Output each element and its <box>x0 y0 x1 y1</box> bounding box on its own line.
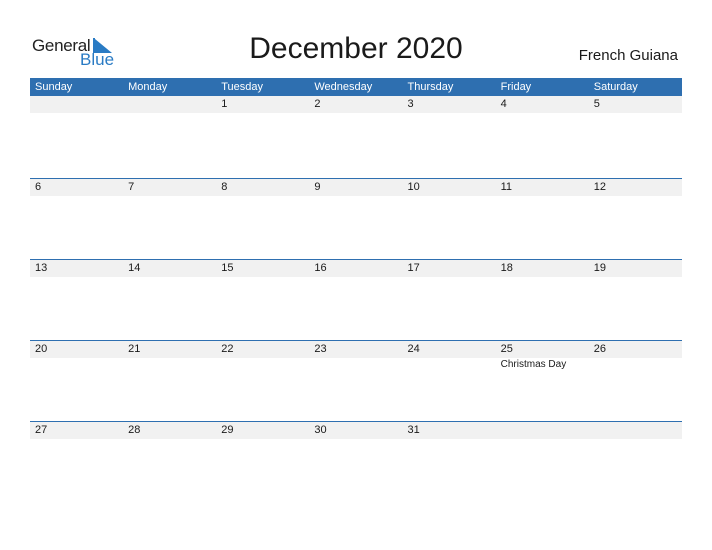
day-number: 13 <box>35 262 48 274</box>
day-number-row: 20 21 22 23 24 25 26 <box>30 340 682 358</box>
event-row <box>30 277 682 278</box>
week-row: 27 28 29 30 31 <box>30 421 682 502</box>
day-number: 5 <box>593 98 600 110</box>
day-number: 8 <box>221 181 228 193</box>
day-number: 21 <box>128 343 141 355</box>
calendar-grid: Sunday Monday Tuesday Wednesday Thursday… <box>30 78 682 502</box>
day-number <box>589 422 682 439</box>
holiday-label <box>123 359 216 371</box>
day-number-row: 1 2 3 4 5 <box>30 96 682 113</box>
day-number <box>496 422 589 439</box>
day-number: 3 <box>407 98 414 110</box>
weekday-tuesday: Tuesday <box>221 81 264 93</box>
holiday-label <box>403 359 496 371</box>
weekday-thursday: Thursday <box>407 81 454 93</box>
weekday-monday: Monday <box>128 81 168 93</box>
day-number: 29 <box>221 424 234 436</box>
day-number: 17 <box>407 262 420 274</box>
day-number: 9 <box>314 181 321 193</box>
event-row: Christmas Day <box>30 358 682 371</box>
day-number: 14 <box>128 262 141 274</box>
day-number: 31 <box>407 424 420 436</box>
day-number: 19 <box>593 262 606 274</box>
weekday-friday: Friday <box>500 81 532 93</box>
day-number: 27 <box>35 424 48 436</box>
holiday-label <box>216 359 309 371</box>
week-row: 6 7 8 9 10 11 12 <box>30 178 682 259</box>
weekday-header: Sunday Monday Tuesday Wednesday Thursday… <box>30 78 682 96</box>
weeks-container: 1 2 3 4 5 6 7 8 9 10 11 12 13 14 15 16 17 18 19 20 21 22 23 24 2… <box>30 96 682 502</box>
day-number: 10 <box>407 181 420 193</box>
event-row <box>30 439 682 440</box>
weekday-saturday: Saturday <box>593 81 638 93</box>
day-number: 11 <box>500 181 513 193</box>
holiday-label <box>30 359 123 371</box>
day-number-row: 27 28 29 30 31 <box>30 421 682 439</box>
day-number: 24 <box>407 343 420 355</box>
day-number: 12 <box>593 181 606 193</box>
day-number: 30 <box>314 424 327 436</box>
day-number: 15 <box>221 262 234 274</box>
day-number-row: 13 14 15 16 17 18 19 <box>30 259 682 277</box>
country-label: French Guiana <box>578 47 678 64</box>
day-number-row: 6 7 8 9 10 11 12 <box>30 178 682 196</box>
day-number: 18 <box>500 262 513 274</box>
day-number: 25 <box>500 343 513 355</box>
day-number: 2 <box>314 98 321 110</box>
day-number: 28 <box>128 424 141 436</box>
day-number: 20 <box>35 343 48 355</box>
holiday-label: Christmas Day <box>500 359 567 370</box>
day-number: 7 <box>128 181 135 193</box>
day-number: 16 <box>314 262 327 274</box>
holiday-label <box>589 359 682 371</box>
day-number: 22 <box>221 343 234 355</box>
day-number: 1 <box>221 98 228 110</box>
week-row: 13 14 15 16 17 18 19 <box>30 259 682 340</box>
event-row <box>30 196 682 197</box>
day-number: 26 <box>593 343 606 355</box>
day-number: 6 <box>35 181 42 193</box>
holiday-label <box>309 359 402 371</box>
week-row: 20 21 22 23 24 25 26 Christmas Day <box>30 340 682 421</box>
day-number: 23 <box>314 343 327 355</box>
day-number: 4 <box>500 98 507 110</box>
day-number <box>30 96 123 113</box>
weekday-sunday: Sunday <box>35 81 73 93</box>
day-number <box>123 96 216 113</box>
week-row: 1 2 3 4 5 <box>30 96 682 178</box>
event-row <box>30 113 682 114</box>
weekday-wednesday: Wednesday <box>314 81 373 93</box>
